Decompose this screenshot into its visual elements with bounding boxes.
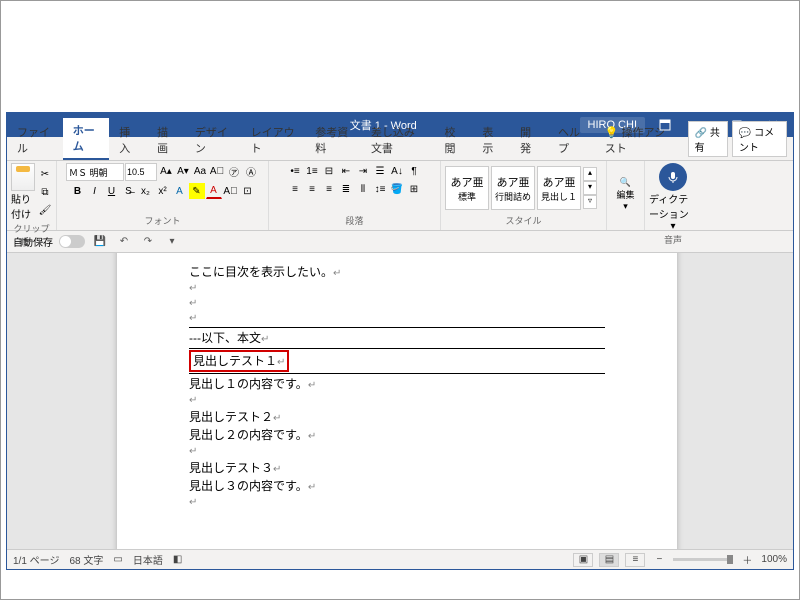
font-name-select[interactable]: [66, 163, 124, 181]
tab-view[interactable]: 表示: [472, 120, 510, 160]
style-no-spacing[interactable]: あア亜行間詰め: [491, 166, 535, 210]
decrease-indent-button[interactable]: ⇤: [338, 163, 354, 179]
style-scroll-up[interactable]: ▴: [583, 167, 597, 181]
paragraph-group-label: 段落: [273, 213, 436, 228]
tab-file[interactable]: ファイル: [7, 120, 63, 160]
font-size-select[interactable]: [125, 163, 157, 181]
align-right-button[interactable]: ≡: [321, 181, 337, 197]
borders-button[interactable]: ⊞: [406, 181, 422, 197]
voice-group-label: 音声: [649, 232, 697, 247]
paste-button[interactable]: 貼り付け: [11, 163, 35, 221]
font-color-button[interactable]: A: [206, 183, 222, 199]
zoom-out-button[interactable]: −: [651, 552, 667, 568]
shrink-font-button[interactable]: A▾: [175, 163, 191, 179]
italic-button[interactable]: I: [87, 183, 103, 199]
change-case-button[interactable]: Aa: [192, 163, 208, 179]
style-heading1[interactable]: あア亜見出し１: [537, 166, 581, 210]
zoom-level[interactable]: 100%: [761, 554, 787, 565]
status-language[interactable]: 日本語: [133, 552, 163, 567]
format-painter-button[interactable]: 🖌: [37, 202, 53, 218]
view-web-button[interactable]: ≡: [625, 553, 645, 567]
grow-font-button[interactable]: A▴: [158, 163, 174, 179]
bullets-button[interactable]: •≡: [287, 163, 303, 179]
zoom-slider[interactable]: [673, 558, 733, 561]
tab-review[interactable]: 校閲: [434, 120, 472, 160]
zoom-in-button[interactable]: ＋: [739, 552, 755, 568]
dictation-button[interactable]: ディクテーション▾: [649, 163, 697, 232]
view-focus-button[interactable]: ▣: [573, 553, 593, 567]
font-group-label: フォント: [61, 213, 264, 228]
tab-developer[interactable]: 開発: [510, 120, 548, 160]
copy-button[interactable]: ⧉: [37, 184, 53, 200]
clear-format-button[interactable]: A⃠: [209, 163, 225, 179]
sort-button[interactable]: A↓: [389, 163, 405, 179]
increase-indent-button[interactable]: ⇥: [355, 163, 371, 179]
status-page[interactable]: 1/1 ページ: [13, 552, 59, 567]
show-marks-button[interactable]: ¶: [406, 163, 422, 179]
char-border-button[interactable]: ⊡: [240, 183, 256, 199]
autosave-toggle[interactable]: [59, 235, 85, 248]
qat-customize[interactable]: ▾: [163, 233, 181, 251]
tab-layout[interactable]: レイアウト: [241, 120, 306, 160]
tab-mailings[interactable]: 差し込み文書: [361, 120, 435, 160]
highlight-button[interactable]: ✎: [189, 183, 205, 199]
cut-button[interactable]: ✂: [37, 166, 53, 182]
tab-draw[interactable]: 描画: [147, 120, 185, 160]
status-macro-icon[interactable]: ◧: [173, 554, 182, 565]
tab-insert[interactable]: 挿入: [109, 120, 147, 160]
clipboard-group-label: クリップボード: [11, 221, 52, 249]
underline-button[interactable]: U: [104, 183, 120, 199]
undo-button[interactable]: ↶: [115, 233, 133, 251]
justify-button[interactable]: ≣: [338, 181, 354, 197]
style-normal[interactable]: あア亜標準: [445, 166, 489, 210]
share-button[interactable]: 🔗 共有: [688, 121, 728, 157]
char-shading-button[interactable]: A⃞: [223, 183, 239, 199]
editing-menu[interactable]: 🔍編集▾: [611, 177, 640, 212]
enclose-button[interactable]: Ⓐ: [243, 163, 259, 179]
align-center-button[interactable]: ≡: [304, 181, 320, 197]
shading-button[interactable]: 🪣: [389, 181, 405, 197]
heading1-highlight: 見出しテスト１↵: [189, 350, 289, 372]
tab-references[interactable]: 参考資料: [305, 120, 361, 160]
save-button[interactable]: 💾: [91, 233, 109, 251]
phonetic-button[interactable]: ㋐: [226, 163, 242, 179]
clipboard-icon: [11, 163, 35, 191]
line-spacing-button[interactable]: ↕≡: [372, 181, 388, 197]
tab-home[interactable]: ホーム: [63, 118, 110, 160]
redo-button[interactable]: ↷: [139, 233, 157, 251]
microphone-icon: [659, 163, 687, 191]
subscript-button[interactable]: x₂: [138, 183, 154, 199]
numbering-button[interactable]: 1≡: [304, 163, 320, 179]
text-effects-button[interactable]: A: [172, 183, 188, 199]
tab-help[interactable]: ヘルプ: [548, 120, 595, 160]
tell-me[interactable]: 💡 操作アシスト: [595, 120, 682, 160]
align-left-button[interactable]: ≡: [287, 181, 303, 197]
asian-layout-button[interactable]: ☰: [372, 163, 388, 179]
view-print-button[interactable]: ▤: [599, 553, 619, 567]
status-word-count[interactable]: 68 文字: [69, 552, 103, 567]
distribute-button[interactable]: ⫴: [355, 181, 371, 197]
multilevel-button[interactable]: ⊟: [321, 163, 337, 179]
status-proofing-icon[interactable]: ▭: [113, 554, 122, 565]
style-group-label: スタイル: [445, 213, 602, 228]
style-scroll-down[interactable]: ▾: [583, 181, 597, 195]
page[interactable]: ここに目次を表示したい。↵ ↵ ↵ ↵ ---以下、本文↵ 見出しテスト１↵ 見…: [117, 253, 677, 549]
superscript-button[interactable]: x²: [155, 183, 171, 199]
style-expand[interactable]: ▿: [583, 195, 597, 209]
bold-button[interactable]: B: [70, 183, 86, 199]
tab-design[interactable]: デザイン: [185, 120, 241, 160]
comment-button[interactable]: 💬 コメント: [732, 121, 787, 157]
strike-button[interactable]: S̶: [121, 183, 137, 199]
document-area[interactable]: ここに目次を表示したい。↵ ↵ ↵ ↵ ---以下、本文↵ 見出しテスト１↵ 見…: [7, 253, 793, 549]
document-body[interactable]: ここに目次を表示したい。↵ ↵ ↵ ↵ ---以下、本文↵ 見出しテスト１↵ 見…: [189, 263, 605, 510]
